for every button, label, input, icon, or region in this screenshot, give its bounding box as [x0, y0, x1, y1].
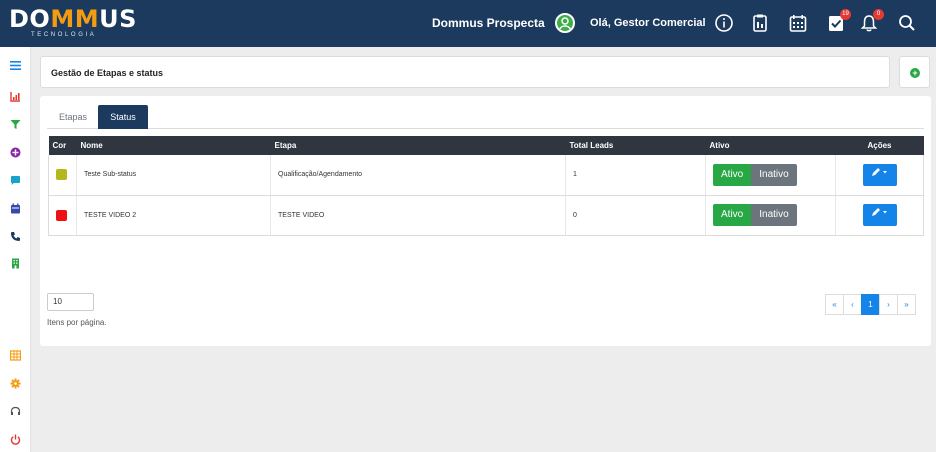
building-icon[interactable] [10, 256, 21, 269]
edit-dropdown-button[interactable] [862, 163, 897, 186]
info-icon[interactable] [714, 13, 734, 33]
calendar-icon[interactable] [10, 201, 21, 214]
actions-cell [835, 195, 924, 236]
active-toggle[interactable]: Ativo Inativo [713, 163, 797, 186]
notification-count-badge: 0 [873, 9, 884, 20]
top-bar: DOMMUS TECNOLOGIA Dommus Prospecta Olá, … [0, 0, 936, 47]
user-circle-icon[interactable] [555, 13, 575, 33]
items-per-page-input[interactable]: 10 [47, 293, 94, 311]
status-table: Cor Nome Etapa Total Leads Ativo Ações T… [48, 136, 924, 236]
search-icon[interactable] [897, 13, 917, 33]
column-header-nome[interactable]: Nome [76, 136, 271, 155]
sidebar [0, 47, 31, 452]
stage-cell: Qualificação/Agendamento [270, 155, 566, 196]
power-icon[interactable] [10, 432, 21, 445]
page-header: Gestão de Etapas e status [40, 56, 890, 88]
pagination: « ‹ 1 › » [825, 294, 916, 315]
toggle-ativo[interactable]: Ativo [713, 204, 752, 226]
tab-status[interactable]: Status [98, 105, 148, 129]
add-status-button[interactable]: + [899, 56, 930, 88]
column-header-total-leads[interactable]: Total Leads [565, 136, 706, 155]
column-header-ativo[interactable]: Ativo [705, 136, 836, 155]
toggle-inativo[interactable]: Inativo [751, 163, 797, 186]
chat-icon[interactable] [10, 173, 21, 185]
table-row: TESTE VIDEO 2 TESTE VIDEO 0 Ativo Inativo [48, 195, 924, 236]
toggle-ativo[interactable]: Ativo [713, 163, 752, 186]
items-per-page-label: Itens por página. [47, 318, 107, 327]
calendar-icon[interactable] [788, 13, 808, 33]
actions-cell [835, 155, 924, 196]
page-title: Gestão de Etapas e status [51, 68, 164, 78]
total-leads-cell: 1 [565, 155, 706, 196]
column-header-etapa[interactable]: Etapa [270, 136, 566, 155]
phone-icon[interactable] [10, 229, 21, 241]
gear-icon[interactable] [10, 376, 21, 389]
first-page-button[interactable]: « [825, 294, 844, 315]
name-cell: Teste Sub-status [76, 155, 271, 196]
active-toggle[interactable]: Ativo Inativo [713, 204, 797, 226]
grid-icon[interactable] [9, 348, 22, 361]
plus-circle-icon: + [910, 68, 920, 78]
last-page-button[interactable]: » [897, 294, 916, 315]
color-swatch [56, 169, 67, 181]
column-header-cor[interactable]: Cor [48, 136, 77, 155]
tabs-divider [47, 128, 924, 129]
user-greeting[interactable]: Olá, Gestor Comercial [590, 17, 706, 29]
pencil-icon [871, 167, 887, 176]
clipboard-icon[interactable] [750, 13, 770, 33]
name-cell: TESTE VIDEO 2 [76, 195, 271, 236]
chart-icon[interactable] [10, 89, 21, 102]
bell-icon[interactable]: 0 [859, 9, 884, 33]
color-cell [48, 195, 77, 236]
active-cell: Ativo Inativo [705, 155, 836, 196]
active-cell: Ativo Inativo [705, 195, 836, 236]
pencil-icon [871, 208, 887, 216]
task-count-badge: 19 [840, 9, 851, 20]
toggle-inativo[interactable]: Inativo [751, 204, 797, 226]
table-row: Teste Sub-status Qualificação/Agendament… [48, 155, 924, 196]
color-swatch [56, 209, 67, 221]
column-header-acoes: Ações [835, 136, 924, 155]
content-card: Etapas Status Cor Nome Etapa Total Leads… [40, 96, 931, 346]
edit-dropdown-button[interactable] [862, 204, 897, 226]
table-header-row: Cor Nome Etapa Total Leads Ativo Ações [48, 136, 924, 155]
app-title: Dommus Prospecta [432, 16, 545, 30]
prev-page-button[interactable]: ‹ [843, 294, 862, 315]
filter-icon[interactable] [10, 117, 21, 129]
current-page-button[interactable]: 1 [861, 294, 880, 315]
next-page-button[interactable]: › [879, 294, 898, 315]
plus-circle-icon[interactable] [10, 145, 21, 158]
stage-cell: TESTE VIDEO [270, 195, 566, 236]
color-cell [48, 155, 77, 196]
task-check-icon[interactable]: 19 [826, 9, 851, 33]
brand-logo[interactable]: DOMMUS TECNOLOGIA [9, 7, 137, 38]
headset-icon[interactable] [10, 404, 21, 415]
tab-etapas[interactable]: Etapas [50, 105, 96, 129]
menu-icon[interactable] [10, 58, 21, 70]
total-leads-cell: 0 [565, 195, 706, 236]
